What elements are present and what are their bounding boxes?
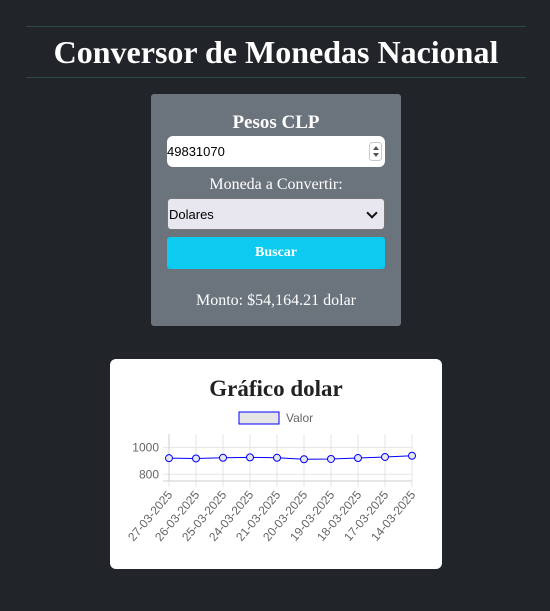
pesos-label: Pesos CLP: [232, 112, 320, 133]
data-point: [246, 453, 254, 462]
amount-input[interactable]: 49831070: [167, 136, 385, 167]
data-point: [165, 454, 173, 463]
data-point: [327, 454, 335, 463]
y-tick-label: 800: [139, 467, 159, 481]
line-chart: Valor100080027-03-202526-03-202525-03-20…: [125, 411, 418, 544]
search-button[interactable]: Buscar: [167, 237, 385, 269]
currency-label: Moneda a Convertir:: [209, 176, 343, 193]
legend-label: Valor: [286, 411, 313, 425]
series-line: [168, 455, 413, 460]
data-point: [354, 454, 362, 463]
data-point: [219, 453, 227, 462]
spinner-down-icon[interactable]: [373, 153, 379, 157]
spinner-up-icon[interactable]: [373, 146, 379, 150]
result-text: Monto: $54,164.21 dolar: [196, 292, 356, 309]
data-point: [192, 454, 200, 463]
number-spinner[interactable]: [369, 142, 382, 161]
chart-card: Gráfico dolar Valor 1000 800 27-03-2025 26-0…: [110, 359, 442, 569]
chevron-down-icon: [366, 207, 378, 219]
amount-value: 49831070: [167, 144, 225, 159]
legend-swatch: [238, 411, 280, 425]
page-title: Conversor de Monedas Nacional: [53, 33, 499, 70]
data-point: [408, 451, 416, 460]
data-point: [381, 452, 389, 461]
currency-select[interactable]: Dolares: [167, 198, 385, 230]
data-point: [300, 455, 308, 464]
y-tick-label: 1000: [132, 440, 159, 454]
page-header: Conversor de Monedas Nacional: [26, 26, 526, 78]
data-point: [273, 453, 281, 462]
currency-select-value: Dolares: [169, 206, 214, 222]
converter-card: Pesos CLP 49831070 Moneda a Convertir: D…: [151, 94, 401, 326]
